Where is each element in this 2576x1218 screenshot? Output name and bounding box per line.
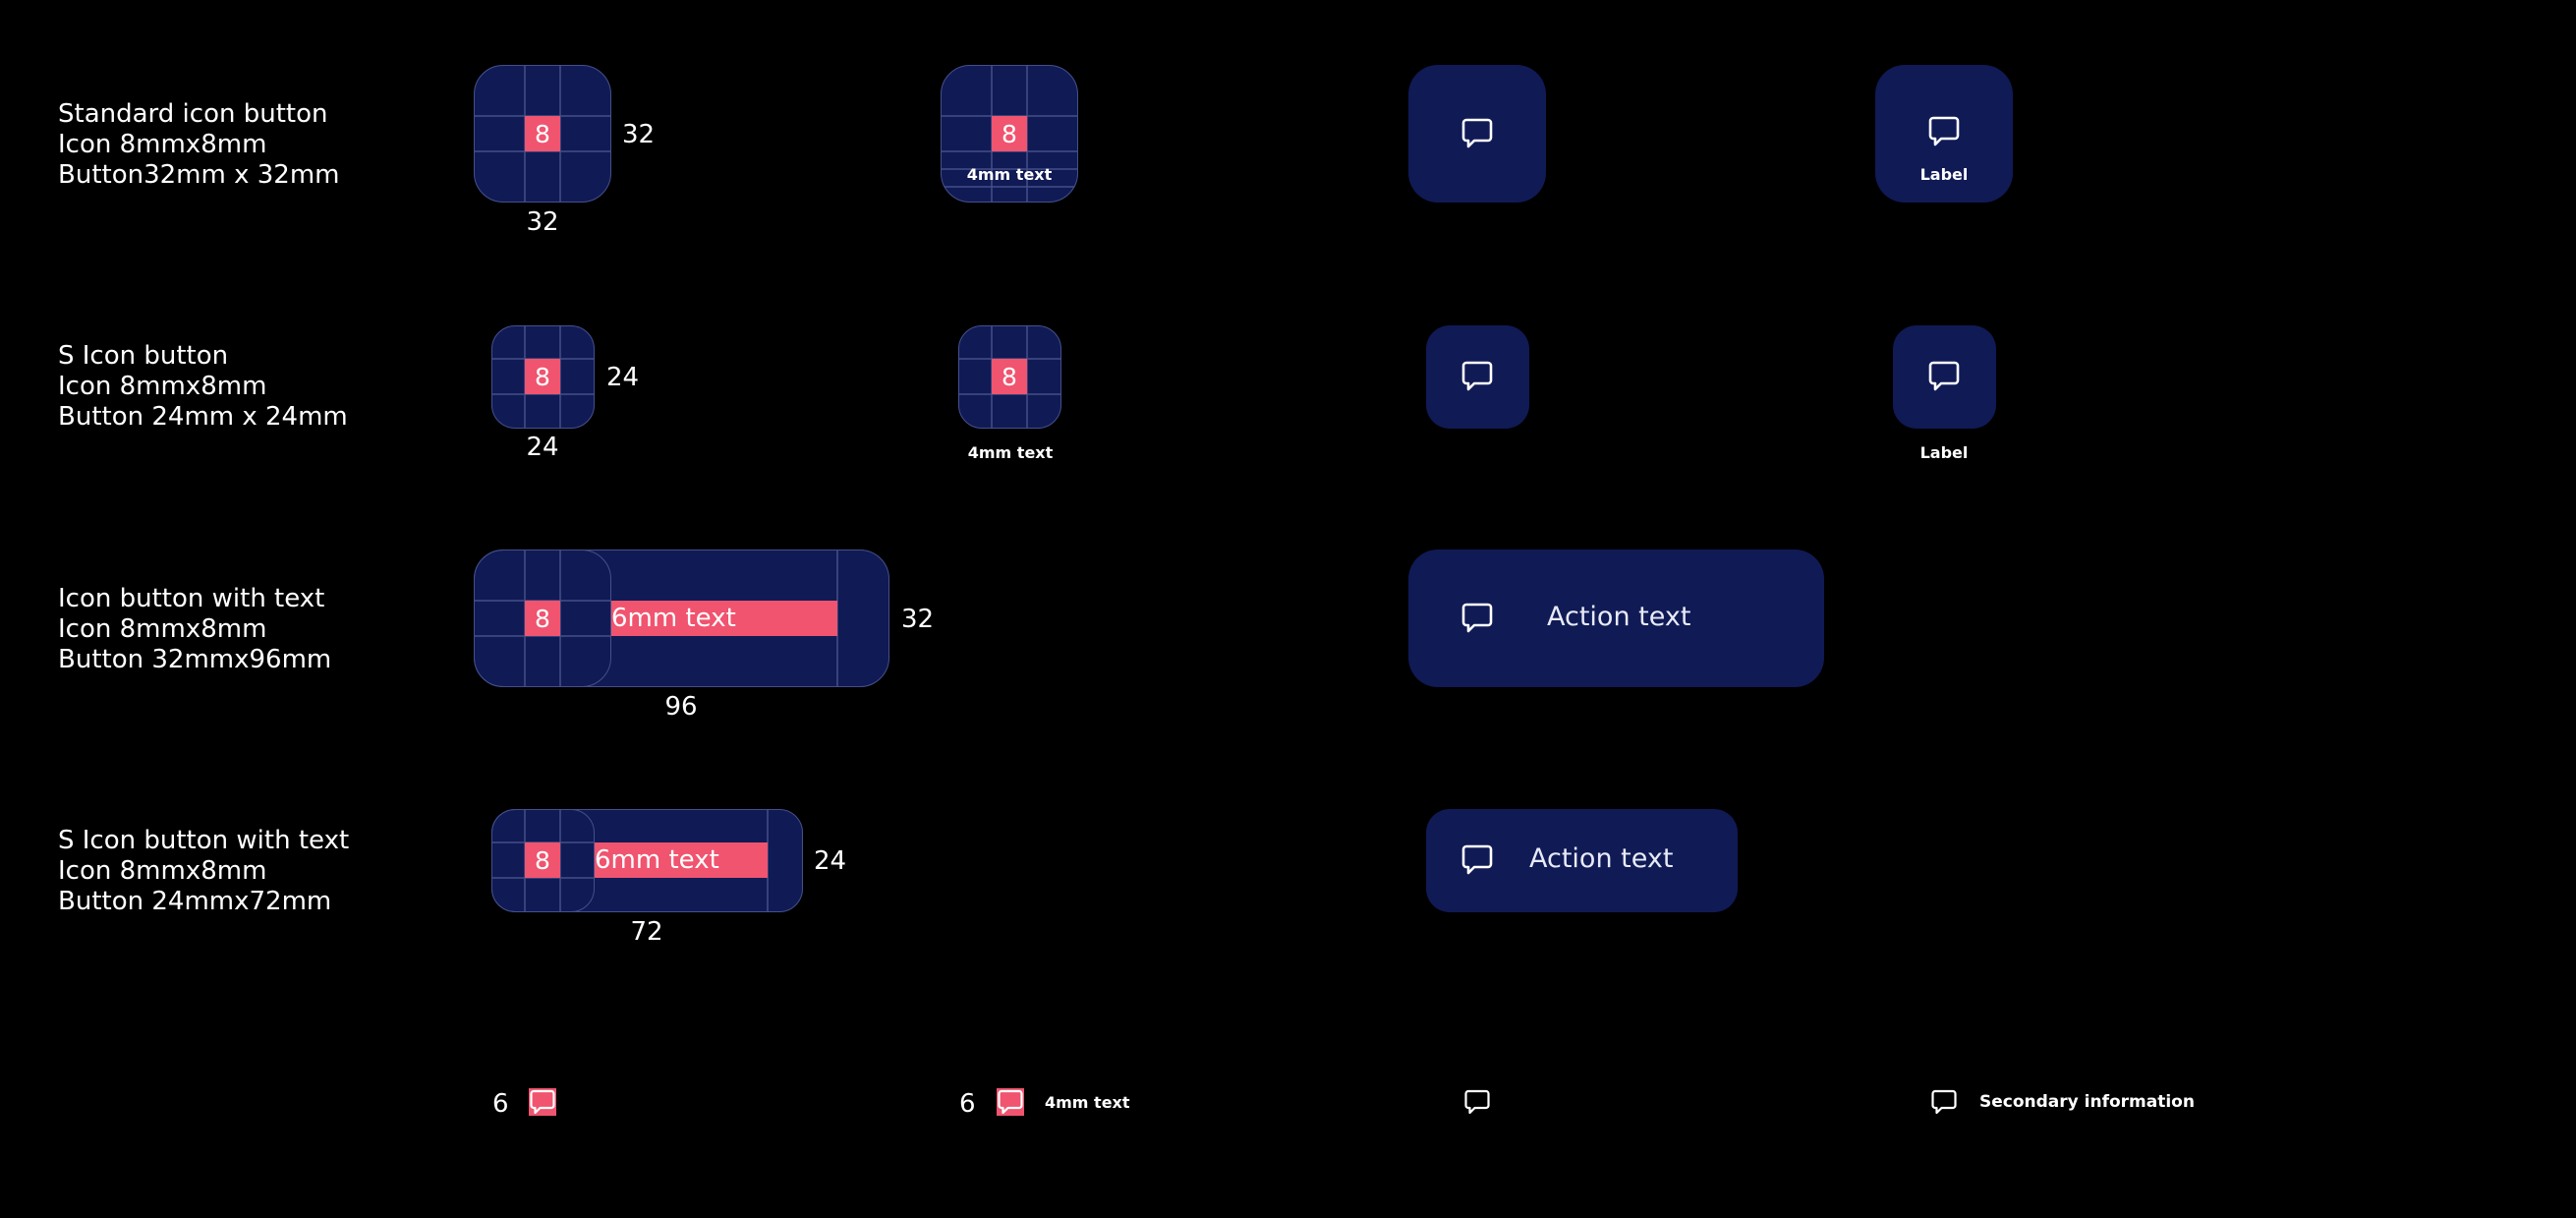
desc-line: Standard icon button [58,99,328,129]
caption-text: 4mm text [966,165,1053,184]
caption-text: 4mm text [967,443,1054,462]
chat-bubble-icon [529,1088,556,1116]
small-button-text-spec: 8 [958,325,1061,429]
desc-line: S Icon button [58,341,229,371]
secondary-information-text: Secondary information [1979,1092,2195,1112]
desc-line: S Icon button with text [58,826,350,855]
text-area-marker: 6mm text [595,842,768,878]
inline-icon-size-dimension: 6 [492,1089,509,1119]
icon-area-marker: 8 [525,116,560,151]
desc-line: Button 24mm x 24mm [58,402,348,432]
small-icon-button[interactable] [1426,325,1529,429]
row-description-with-text: Icon button with text Icon 8mmx8mm Butto… [58,584,331,675]
text-area-marker: 6mm text [611,601,837,636]
desc-line: Button 24mmx72mm [58,887,332,916]
width-dimension: 24 [526,433,559,462]
height-dimension: 32 [901,605,935,634]
row-description-standard: Standard icon button Icon 8mmx8mm Button… [58,99,339,191]
small-text-button-spec: 8 6mm text [491,809,803,912]
action-text: Action text [1529,843,1674,874]
chat-bubble-icon[interactable] [1462,1087,1492,1117]
width-dimension: 96 [664,692,698,722]
text-button-spec: 8 6mm text [474,550,889,687]
icon-area-marker: 8 [992,359,1027,394]
button-label: Label [1919,443,1969,462]
chat-bubble-icon [1928,116,1960,146]
desc-line: Button32mm x 32mm [58,160,340,190]
height-dimension: 24 [606,363,640,392]
action-text-button[interactable]: Action text [1408,550,1824,687]
icon-area-marker: 8 [525,842,560,878]
chat-bubble-icon [1461,118,1493,148]
desc-line: Icon 8mmx8mm [58,856,267,886]
chat-bubble-icon [1928,361,1960,391]
desc-line: Icon 8mmx8mm [58,372,267,401]
inline-icon-size-dimension: 6 [959,1089,976,1119]
standard-icon-button[interactable] [1408,65,1546,203]
icon-area-marker: 8 [992,116,1027,151]
action-text: Action text [1547,602,1691,632]
height-dimension: 24 [814,846,847,876]
row-description-small: S Icon button Icon 8mmx8mm Button 24mm x… [58,341,348,433]
chat-bubble-icon [1461,844,1493,875]
standard-button-text-spec: 8 4mm text [941,65,1078,203]
small-button-spec: 8 [491,325,595,429]
standard-button-spec: 8 [474,65,611,203]
height-dimension: 32 [622,120,656,149]
desc-line: Icon 8mmx8mm [58,614,267,644]
button-label: Label [1919,165,1969,184]
desc-line: Button 32mmx96mm [58,645,332,674]
small-icon-button-labeled[interactable] [1893,325,1996,429]
icon-area-marker: 8 [525,601,560,636]
desc-line: Icon 8mmx8mm [58,130,267,159]
row-description-small-with-text: S Icon button with text Icon 8mmx8mm But… [58,826,349,917]
small-action-text-button[interactable]: Action text [1426,809,1738,912]
chat-bubble-icon [997,1088,1024,1116]
width-dimension: 32 [526,207,559,237]
text-size-label: 6mm text [595,845,719,875]
chat-bubble-icon [1461,361,1493,391]
desc-line: Icon button with text [58,584,325,613]
standard-icon-button-labeled[interactable]: Label [1875,65,2013,203]
caption-text: 4mm text [1045,1093,1130,1112]
chat-bubble-icon [1931,1089,1957,1115]
icon-area-marker: 8 [525,359,560,394]
text-size-label: 6mm text [611,604,736,633]
width-dimension: 72 [630,917,663,947]
chat-bubble-icon [1461,603,1493,633]
